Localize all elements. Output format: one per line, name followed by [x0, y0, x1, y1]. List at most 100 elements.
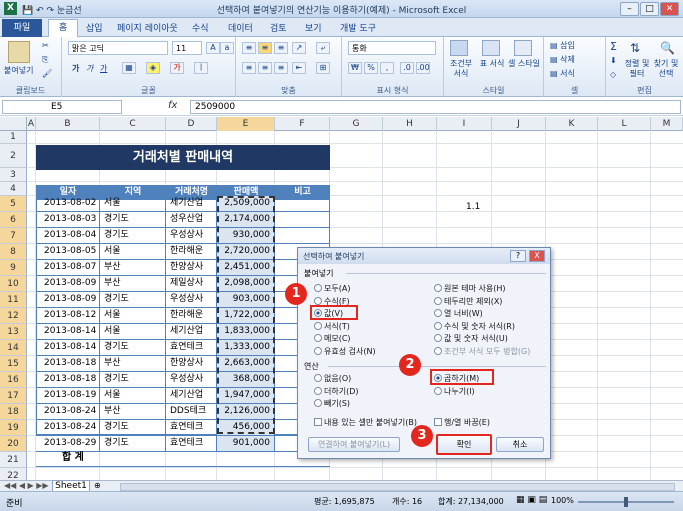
cell-client[interactable]: 한양상사: [166, 356, 217, 372]
cell-region[interactable]: 서울: [100, 308, 166, 324]
align-left-icon[interactable]: ≡: [242, 62, 256, 74]
font-size-select[interactable]: 11: [172, 41, 202, 55]
cell-date[interactable]: 2013-08-14: [36, 324, 100, 340]
transpose-checkbox[interactable]: 행/열 바꿈(E): [434, 417, 490, 428]
table-format-icon[interactable]: [482, 40, 500, 56]
cell-style-button[interactable]: 셀 스타일: [508, 59, 540, 69]
comma-icon[interactable]: ,: [380, 62, 394, 74]
cell-date[interactable]: 2013-08-04: [36, 228, 100, 244]
column-header-d[interactable]: D: [166, 117, 217, 131]
find-select-icon[interactable]: 🔍: [660, 41, 675, 55]
tab-home[interactable]: 홈: [48, 19, 78, 38]
paste-right-radio-4[interactable]: 값 및 숫자 서식(U): [434, 333, 508, 344]
horizontal-scrollbar[interactable]: [120, 483, 675, 491]
cell-region[interactable]: 경기도: [100, 420, 166, 436]
paste-right-radio-5[interactable]: 조건부 서식 모두 병합(G): [434, 346, 530, 357]
tab-formulas[interactable]: 수식: [192, 21, 209, 34]
row-header-4[interactable]: 4: [0, 182, 27, 196]
format-cells-button[interactable]: ▤ 서식: [550, 68, 575, 79]
align-center-icon[interactable]: ≡: [258, 62, 272, 74]
cell-client[interactable]: 한라해운: [166, 244, 217, 260]
paste-right-radio-0[interactable]: 원본 테마 사용(H): [434, 283, 506, 294]
column-header-a[interactable]: A: [27, 117, 36, 131]
cell-date[interactable]: 2013-08-18: [36, 356, 100, 372]
zoom-level[interactable]: 100%: [551, 496, 574, 505]
row-header-6[interactable]: 6: [0, 212, 27, 228]
format-painter-icon[interactable]: 🖌: [42, 69, 52, 78]
cell-client[interactable]: 우성상사: [166, 292, 217, 308]
cell-client[interactable]: 한라해운: [166, 308, 217, 324]
row-header-5[interactable]: 5: [0, 196, 27, 212]
clear-icon[interactable]: ◇: [610, 70, 616, 79]
cell-date[interactable]: 2013-08-02: [36, 196, 100, 212]
skip-blanks-checkbox[interactable]: 내용 있는 셀만 붙여넣기(B): [314, 417, 417, 428]
delete-cells-button[interactable]: ▤ 삭제: [550, 54, 575, 65]
cell-client[interactable]: 세기산업: [166, 196, 217, 212]
cell-region[interactable]: 부산: [100, 276, 166, 292]
row-header-11[interactable]: 11: [0, 292, 27, 308]
orientation-icon[interactable]: ↗: [292, 42, 306, 54]
cell-i5[interactable]: 1.1: [466, 200, 480, 216]
row-header-1[interactable]: 1: [0, 131, 27, 144]
name-box[interactable]: E5: [2, 100, 122, 114]
row-header-20[interactable]: 20: [0, 436, 27, 452]
sort-filter-button[interactable]: 정렬 및 필터: [624, 59, 650, 79]
column-header-b[interactable]: B: [36, 117, 100, 131]
row-header-17[interactable]: 17: [0, 388, 27, 404]
paste-left-radio-0[interactable]: 모두(A): [314, 283, 350, 294]
copy-icon[interactable]: ⎘: [42, 55, 48, 65]
op-left-radio-0[interactable]: 없음(O): [314, 373, 351, 384]
cell-client[interactable]: 우성상사: [166, 228, 217, 244]
merge-center-icon[interactable]: ⊞: [316, 62, 330, 74]
row-header-12[interactable]: 12: [0, 308, 27, 324]
paste-icon[interactable]: [8, 41, 30, 63]
cell-client[interactable]: 효연테크: [166, 436, 217, 452]
cut-icon[interactable]: ✂: [42, 41, 49, 50]
cell-client[interactable]: 우성상사: [166, 372, 217, 388]
op-left-radio-1[interactable]: 더하기(D): [314, 386, 358, 397]
formula-input[interactable]: 2509000: [190, 100, 681, 114]
cell-date[interactable]: 2013-08-09: [36, 276, 100, 292]
insert-cells-button[interactable]: ▤ 삽입: [550, 40, 575, 51]
new-sheet-icon[interactable]: ⊕: [94, 481, 101, 490]
cell-date[interactable]: 2013-08-24: [36, 420, 100, 436]
paste-right-radio-1[interactable]: 테두리만 제외(X): [434, 296, 502, 307]
row-header-10[interactable]: 10: [0, 276, 27, 292]
grow-font-icon[interactable]: A: [206, 42, 220, 54]
cell-region[interactable]: 경기도: [100, 292, 166, 308]
decrease-decimal-icon[interactable]: .00: [416, 62, 430, 74]
op-left-radio-2[interactable]: 빼기(S): [314, 398, 350, 409]
maximize-icon[interactable]: □: [640, 2, 659, 16]
cell-region[interactable]: 경기도: [100, 212, 166, 228]
column-header-i[interactable]: I: [437, 117, 492, 131]
zoom-slider-thumb[interactable]: [624, 497, 628, 507]
column-header-l[interactable]: L: [598, 117, 651, 131]
cell-date[interactable]: 2013-08-12: [36, 308, 100, 324]
cell-client[interactable]: 성우산업: [166, 212, 217, 228]
cell-date[interactable]: 2013-08-03: [36, 212, 100, 228]
increase-decimal-icon[interactable]: .0: [400, 62, 414, 74]
conditional-format-icon[interactable]: [450, 40, 468, 56]
cell-client[interactable]: 제일상사: [166, 276, 217, 292]
cell-sales[interactable]: 901,000: [217, 436, 275, 452]
align-bottom-icon[interactable]: ≡: [274, 42, 288, 54]
column-header-j[interactable]: J: [492, 117, 546, 131]
cell-region[interactable]: 부산: [100, 404, 166, 420]
paste-left-radio-3[interactable]: 서식(T): [314, 321, 350, 332]
row-header-18[interactable]: 18: [0, 404, 27, 420]
find-select-button[interactable]: 찾기 및 선택: [652, 59, 680, 79]
row-header-9[interactable]: 9: [0, 260, 27, 276]
paste-left-radio-4[interactable]: 메모(C): [314, 333, 351, 344]
font-color-icon[interactable]: 가: [170, 62, 184, 74]
cell-region[interactable]: 서울: [100, 244, 166, 260]
row-header-15[interactable]: 15: [0, 356, 27, 372]
align-right-icon[interactable]: ≡: [274, 62, 288, 74]
tab-review[interactable]: 검토: [270, 21, 287, 34]
cell-region[interactable]: 경기도: [100, 340, 166, 356]
dialog-close-icon[interactable]: X: [529, 250, 545, 262]
cell-date[interactable]: 2013-08-09: [36, 292, 100, 308]
column-header-e[interactable]: E: [217, 117, 275, 131]
cell-date[interactable]: 2013-08-07: [36, 260, 100, 276]
percent-icon[interactable]: %: [364, 62, 378, 74]
paste-button[interactable]: 붙여넣기: [4, 65, 33, 76]
